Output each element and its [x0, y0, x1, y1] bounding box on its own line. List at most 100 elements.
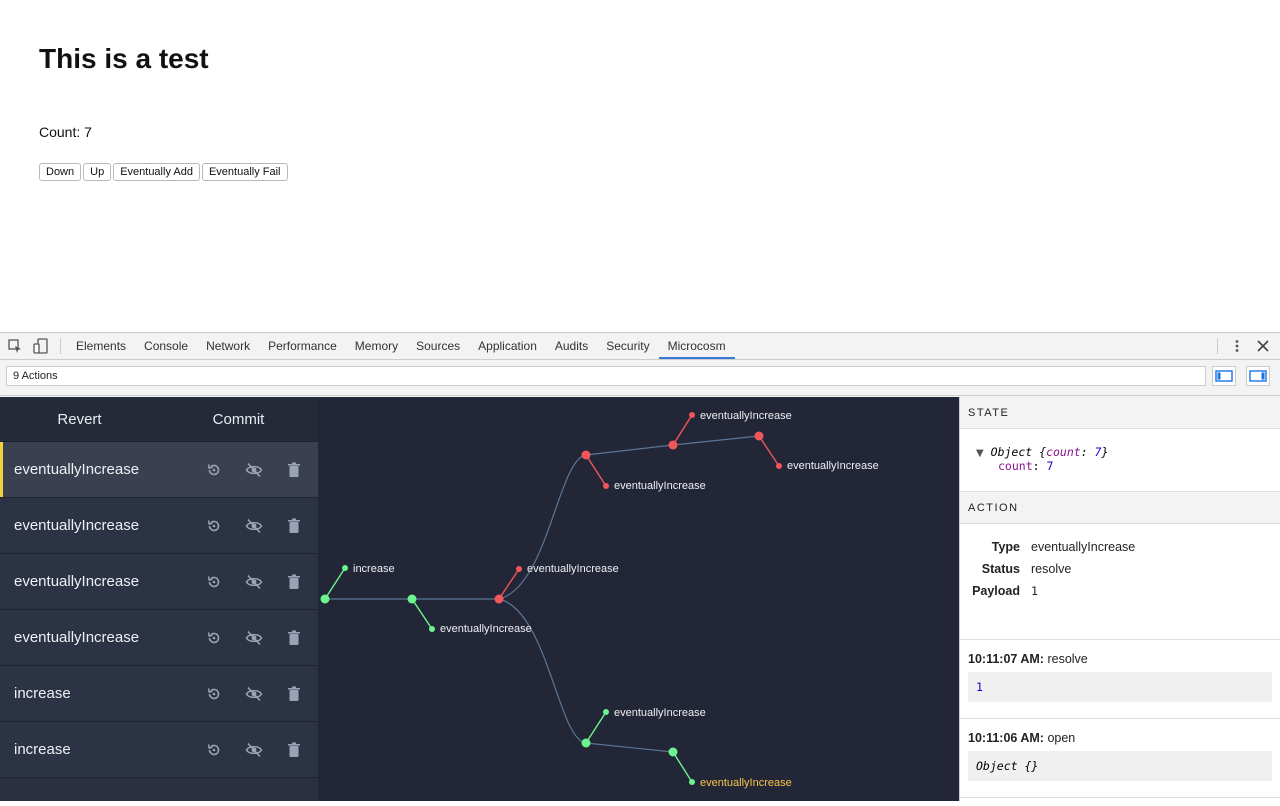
toolbar-divider: [60, 338, 61, 354]
graph-label-current: eventuallyIncrease: [700, 777, 792, 789]
graph-label: eventuallyIncrease: [614, 707, 706, 719]
graph-leaf[interactable]: [603, 709, 609, 715]
log-value: Object {}: [968, 751, 1272, 781]
layout-bottom-icon[interactable]: [1212, 366, 1236, 386]
toggle-visibility-icon[interactable]: [234, 462, 274, 478]
graph-leaf[interactable]: [776, 463, 782, 469]
toggle-visibility-icon[interactable]: [234, 574, 274, 590]
revert-action-icon[interactable]: [194, 462, 234, 478]
count-display: Count: 7: [39, 124, 92, 140]
tab-network[interactable]: Network: [197, 333, 259, 359]
edge: [672, 414, 693, 446]
log-time: 10:11:06 AM:: [968, 731, 1044, 745]
inspect-element-icon[interactable]: [2, 333, 28, 359]
state-object-label: Object: [990, 445, 1033, 459]
revert-action-icon[interactable]: [194, 686, 234, 702]
delete-action-icon[interactable]: [274, 518, 314, 534]
state-object-row[interactable]: ▼ Object {count: 7}: [976, 445, 1280, 459]
revert-action-icon[interactable]: [194, 630, 234, 646]
button-row: Down Up Eventually Add Eventually Fail: [39, 163, 288, 181]
edge: [672, 751, 693, 783]
commit-button[interactable]: Commit: [159, 411, 318, 428]
edge: [498, 598, 587, 744]
down-button[interactable]: Down: [39, 163, 82, 181]
revert-action-icon[interactable]: [194, 518, 234, 534]
action-row[interactable]: eventuallyIncrease: [0, 610, 318, 666]
toggle-visibility-icon[interactable]: [234, 686, 274, 702]
tab-elements[interactable]: Elements: [67, 333, 135, 359]
more-options-icon[interactable]: [1224, 333, 1250, 359]
tab-memory[interactable]: Memory: [346, 333, 407, 359]
action-name: eventuallyIncrease: [14, 573, 140, 590]
expand-triangle-icon[interactable]: ▼: [976, 448, 984, 459]
toolbar-divider: [1217, 338, 1218, 354]
page-title: This is a test: [39, 43, 209, 74]
edge: [498, 454, 587, 600]
delete-action-icon[interactable]: [274, 686, 314, 702]
log-time: 10:11:07 AM:: [968, 652, 1044, 666]
graph-leaf[interactable]: [603, 483, 609, 489]
layout-side-icon[interactable]: [1246, 366, 1270, 386]
delete-action-icon[interactable]: [274, 742, 314, 758]
device-toolbar-icon[interactable]: [28, 333, 54, 359]
graph-leaf[interactable]: [429, 626, 435, 632]
page-content: This is a test Count: 7 Down Up Eventual…: [0, 0, 1280, 332]
graph-node[interactable]: [494, 594, 504, 604]
graph-node[interactable]: [320, 594, 330, 604]
edge: [672, 435, 760, 446]
log-entry: 10:11:07 AM: resolve 1: [960, 640, 1280, 719]
graph-leaf[interactable]: [689, 779, 695, 785]
edge: [585, 742, 674, 753]
tab-sources[interactable]: Sources: [407, 333, 469, 359]
graph-leaf[interactable]: [689, 412, 695, 418]
toggle-visibility-icon[interactable]: [234, 630, 274, 646]
log-entry: 10:11:06 AM: open Object {}: [960, 719, 1280, 798]
count-label: Count:: [39, 124, 81, 140]
graph-node[interactable]: [581, 450, 591, 460]
tab-application[interactable]: Application: [469, 333, 546, 359]
state-value: 7: [1046, 459, 1054, 473]
revert-action-icon[interactable]: [194, 574, 234, 590]
eventually-fail-button[interactable]: Eventually Fail: [201, 163, 288, 181]
delete-action-icon[interactable]: [274, 630, 314, 646]
up-button[interactable]: Up: [83, 163, 112, 181]
action-row[interactable]: eventuallyIncrease: [0, 554, 318, 610]
tab-audits[interactable]: Audits: [546, 333, 597, 359]
action-row[interactable]: eventuallyIncrease: [0, 498, 318, 554]
graph-label: eventuallyIncrease: [787, 460, 879, 472]
toggle-visibility-icon[interactable]: [234, 742, 274, 758]
eventually-add-button[interactable]: Eventually Add: [113, 163, 200, 181]
tab-console[interactable]: Console: [135, 333, 197, 359]
state-key-preview: count: [1046, 445, 1081, 459]
graph-leaf[interactable]: [516, 566, 522, 572]
tab-security[interactable]: Security: [597, 333, 658, 359]
toggle-visibility-icon[interactable]: [234, 518, 274, 534]
revert-action-icon[interactable]: [194, 742, 234, 758]
log-event: open: [1047, 731, 1076, 745]
action-row[interactable]: increase: [0, 722, 318, 778]
action-row[interactable]: eventuallyIncrease: [0, 442, 318, 498]
revert-button[interactable]: Revert: [0, 411, 159, 428]
history-tree: increase eventuallyIncrease eventuallyIn…: [320, 410, 879, 789]
count-value: 7: [84, 124, 92, 140]
graph-label: eventuallyIncrease: [700, 410, 792, 422]
payload-value: 1: [1031, 584, 1038, 598]
graph-node[interactable]: [668, 440, 678, 450]
graph-node[interactable]: [407, 594, 417, 604]
delete-action-icon[interactable]: [274, 574, 314, 590]
graph-label: eventuallyIncrease: [527, 563, 619, 575]
graph-node[interactable]: [668, 747, 678, 757]
tab-microcosm[interactable]: Microcosm: [658, 333, 735, 359]
microcosm-toolbar: 9 Actions: [0, 360, 1280, 396]
state-tree: ▼ Object {count: 7} count: 7: [960, 429, 1280, 492]
tab-performance[interactable]: Performance: [259, 333, 346, 359]
status-label: Status: [981, 562, 1020, 576]
graph-leaf[interactable]: [342, 565, 348, 571]
action-row[interactable]: increase: [0, 666, 318, 722]
graph-edges: [324, 414, 780, 783]
delete-action-icon[interactable]: [274, 462, 314, 478]
graph-node[interactable]: [581, 738, 591, 748]
edge: [585, 444, 674, 456]
graph-node[interactable]: [754, 431, 764, 441]
close-icon[interactable]: [1250, 333, 1276, 359]
